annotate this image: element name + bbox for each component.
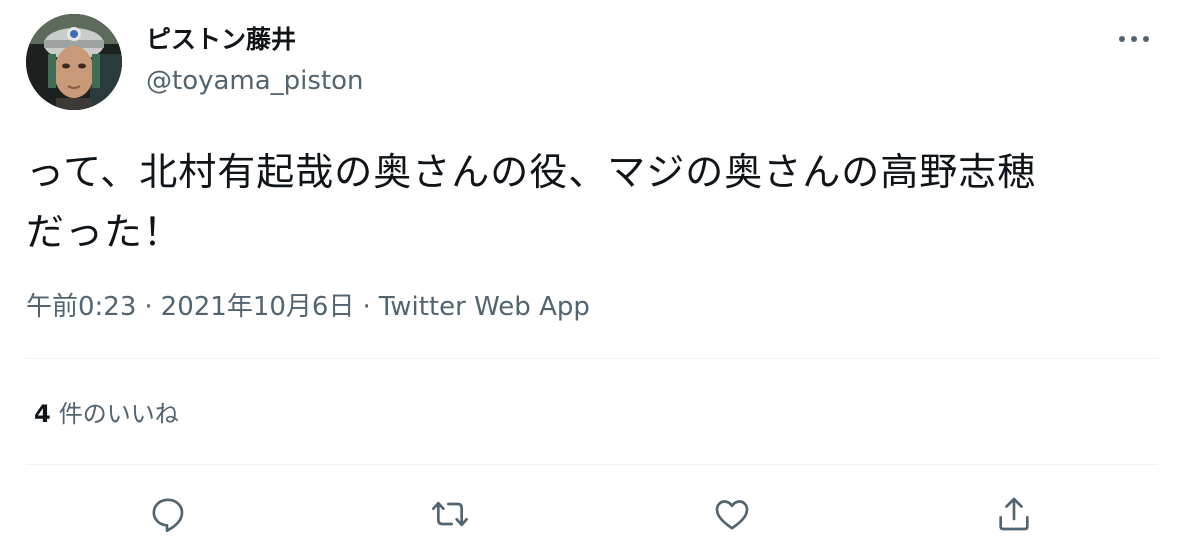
- tweet-meta: 午前0:23 · 2021年10月6日 · Twitter Web App: [26, 290, 590, 324]
- likes-stat[interactable]: 4 件のいいね: [34, 398, 179, 430]
- reply-button[interactable]: [144, 490, 192, 538]
- tweet-time[interactable]: 午前0:23: [26, 292, 136, 322]
- user-handle[interactable]: @toyama_piston: [146, 64, 364, 98]
- display-name[interactable]: ピストン藤井: [146, 24, 296, 56]
- reply-icon: [152, 498, 184, 532]
- meta-separator: ·: [144, 292, 153, 322]
- more-horizontal-icon: [1119, 36, 1149, 42]
- avatar[interactable]: [26, 14, 122, 110]
- heart-icon: [715, 500, 749, 530]
- like-button[interactable]: [708, 490, 756, 538]
- retweet-button[interactable]: [426, 490, 474, 538]
- tweet-text: って、北村有起哉の奥さんの役、マジの奥さんの高野志穂 だった！: [26, 150, 1037, 254]
- tweet-card: ピストン藤井 @toyama_piston って、北村有起哉の奥さんの役、マジの…: [0, 0, 1188, 558]
- share-button[interactable]: [990, 490, 1038, 538]
- share-icon: [999, 497, 1029, 531]
- tweet-date[interactable]: 2021年10月6日: [161, 292, 355, 322]
- divider: [26, 358, 1158, 359]
- retweet-icon: [432, 501, 468, 527]
- meta-separator: ·: [362, 292, 371, 322]
- divider: [26, 464, 1158, 465]
- avatar-image: [26, 14, 122, 110]
- likes-label: 件のいいね: [58, 400, 179, 428]
- tweet-source[interactable]: Twitter Web App: [379, 292, 590, 322]
- likes-count: 4: [34, 400, 51, 428]
- more-button[interactable]: [1112, 22, 1156, 56]
